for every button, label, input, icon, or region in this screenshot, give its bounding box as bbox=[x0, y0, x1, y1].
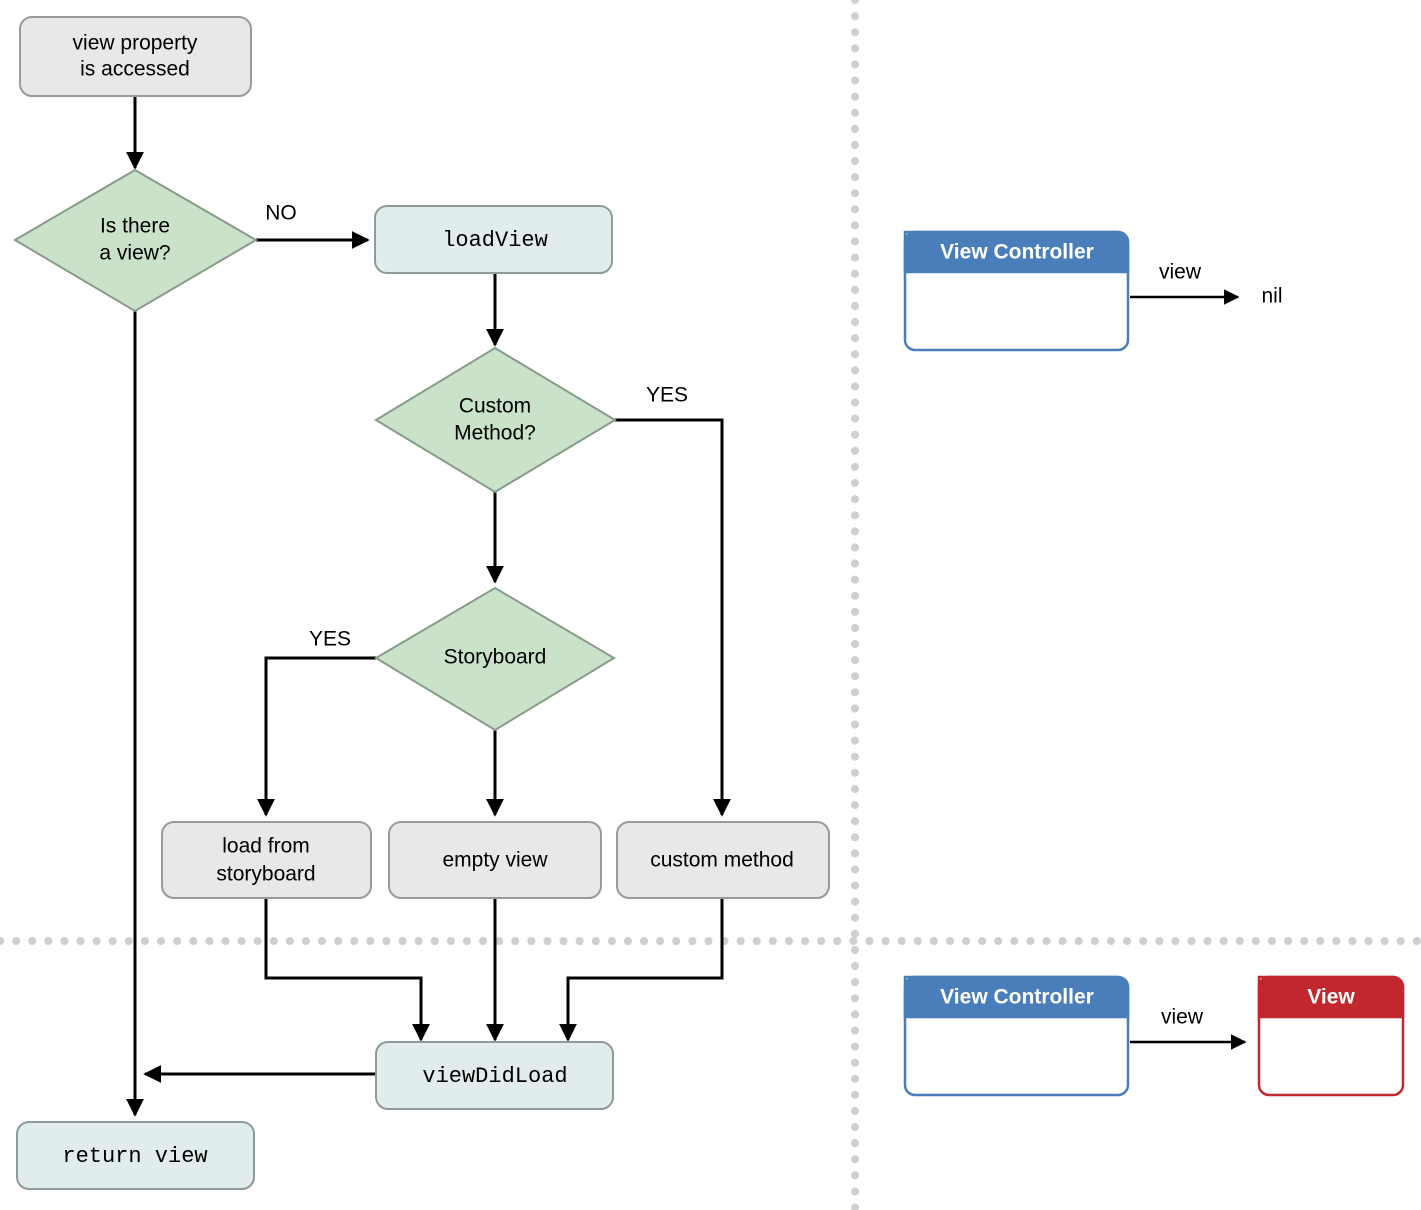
node-empty-view[interactable]: empty view bbox=[388, 821, 602, 899]
edge-label-yes-custom-method: YES bbox=[646, 384, 688, 407]
node-label: return view bbox=[62, 1144, 207, 1169]
node-load-view[interactable]: loadView bbox=[374, 205, 613, 274]
node-label-line2: a view? bbox=[99, 242, 170, 265]
node-custom-method-question[interactable]: Custom Method? bbox=[374, 346, 617, 494]
node-label-line2: is accessed bbox=[80, 58, 190, 81]
uml-top-target-nil: nil bbox=[1261, 285, 1282, 308]
edge-loadfromstoryboard-to-viewdidload bbox=[264, 898, 430, 1042]
node-label: Storyboard bbox=[444, 646, 547, 669]
node-return-view[interactable]: return view bbox=[16, 1121, 255, 1190]
flowchart-svg: loadView --> custom method --> load from… bbox=[0, 0, 1421, 1210]
node-label-line1: view property bbox=[73, 32, 198, 55]
uml-bottom-relation-label: view bbox=[1161, 1006, 1204, 1029]
node-storyboard-question[interactable]: Storyboard bbox=[374, 586, 616, 732]
edge-label-no: NO bbox=[265, 202, 297, 225]
node-label: loadView bbox=[442, 228, 548, 253]
edge-custommethod-yes-to-custommethodbox bbox=[615, 418, 731, 817]
edge-storyboard-yes-to-loadfromstoryboard bbox=[257, 656, 376, 817]
node-label: empty view bbox=[442, 849, 548, 872]
diagram-canvas: loadView --> custom method --> load from… bbox=[0, 0, 1421, 1210]
uml-top-relation-label: view bbox=[1159, 261, 1202, 284]
edge-custommethodbox-to-viewdidload bbox=[559, 898, 724, 1042]
node-view-did-load[interactable]: viewDidLoad bbox=[375, 1041, 614, 1110]
uml-bottom-view[interactable]: View bbox=[1257, 975, 1405, 1097]
node-label: viewDidLoad bbox=[422, 1064, 567, 1089]
node-label: custom method bbox=[650, 849, 794, 872]
node-is-there-a-view[interactable]: Is there a view? bbox=[13, 168, 258, 313]
edge-label-yes-storyboard: YES bbox=[309, 628, 351, 651]
node-custom-method[interactable]: custom method bbox=[616, 821, 830, 899]
node-label-line1: Is there bbox=[100, 215, 170, 238]
node-load-from-storyboard[interactable]: load from storyboard bbox=[161, 821, 372, 899]
node-label-line1: Custom bbox=[459, 395, 531, 418]
uml-bottom-view-controller[interactable]: View Controller bbox=[903, 975, 1130, 1097]
node-label-line1: load from bbox=[222, 835, 310, 858]
uml-top-view-controller[interactable]: View Controller bbox=[903, 230, 1130, 352]
node-label-line2: storyboard bbox=[216, 863, 315, 886]
uml-title: View Controller bbox=[940, 241, 1094, 264]
uml-title: View bbox=[1307, 986, 1355, 1009]
node-view-property-accessed[interactable]: view property is accessed bbox=[19, 16, 252, 97]
node-label-line2: Method? bbox=[454, 422, 536, 445]
uml-title: View Controller bbox=[940, 986, 1094, 1009]
